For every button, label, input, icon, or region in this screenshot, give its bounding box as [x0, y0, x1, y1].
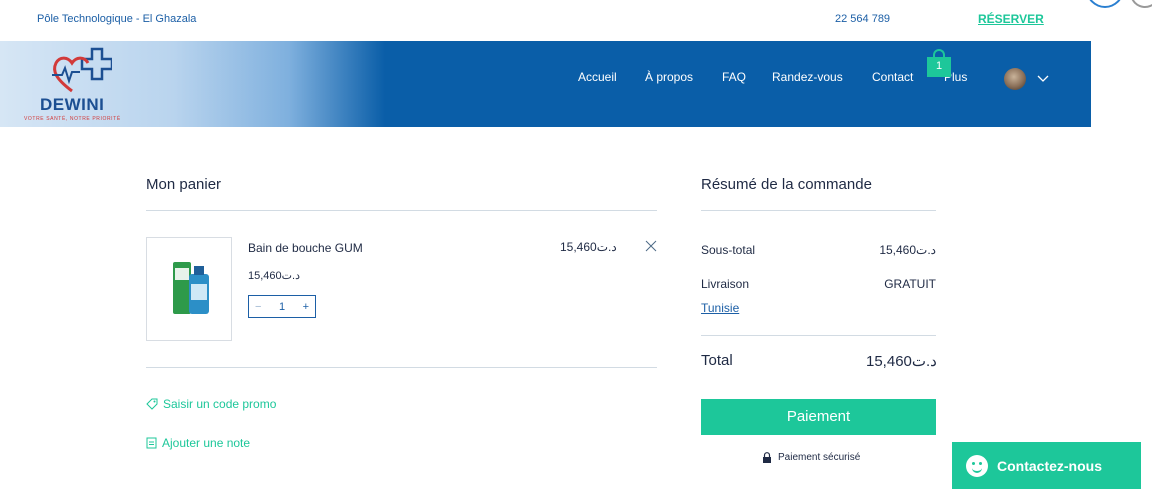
page: Pôle Technologique - El Ghazala 22 564 7… [0, 0, 1152, 497]
checkout-button[interactable]: Paiement [701, 399, 936, 435]
total-label: Total [701, 352, 733, 369]
nav-item-faq[interactable]: FAQ [722, 70, 746, 84]
cart-title: Mon panier [146, 176, 222, 193]
shipping-label: Livraison [701, 277, 750, 291]
divider [701, 210, 936, 211]
shipping-country-link[interactable]: Tunisie [701, 301, 739, 315]
note-icon [146, 437, 157, 449]
total-value: 15,460د.ت [866, 353, 937, 370]
promo-code-link[interactable]: Saisir un code promo [146, 397, 276, 411]
item-line-total: 15,460د.ت [560, 240, 617, 254]
tag-icon [146, 398, 158, 410]
lock-icon [763, 452, 771, 463]
secure-payment-note: Paiement sécurisé [762, 452, 860, 463]
subtotal-value: 15,460د.ت [879, 243, 936, 257]
divider [146, 367, 657, 368]
heart-cross-logo-icon [52, 47, 112, 93]
address-text: Pôle Technologique - El Ghazala [37, 13, 197, 25]
secure-payment-label: Paiement sécurisé [778, 452, 861, 463]
quantity-decrease-button[interactable]: − [255, 301, 261, 313]
add-note-link[interactable]: Ajouter une note [146, 436, 250, 450]
subtotal-label: Sous-total [701, 243, 756, 257]
item-unit-price: 15,460د.ت [248, 270, 300, 282]
mouthwash-bottle-image [173, 262, 209, 314]
top-right-secondary-icon[interactable] [1130, 0, 1152, 8]
quantity-value[interactable]: 1 [279, 301, 285, 313]
brand-tagline: VOTRE SANTÉ, NOTRE PRIORITÉ [24, 116, 121, 122]
product-thumbnail[interactable] [146, 237, 232, 341]
divider [701, 335, 936, 336]
shipping-value: GRATUIT [884, 277, 936, 291]
phone-link[interactable]: 22 564 789 [835, 13, 890, 25]
nav-item-contact[interactable]: Contact [872, 70, 913, 84]
nav-item-a-propos[interactable]: À propos [645, 70, 693, 84]
brand-name: DEWINI [40, 95, 105, 114]
cart-count-badge: 1 [927, 57, 951, 77]
chevron-down-icon[interactable] [1037, 72, 1049, 84]
remove-item-close-icon[interactable] [645, 240, 657, 252]
main-navbar: DEWINI VOTRE SANTÉ, NOTRE PRIORITÉ Accue… [0, 41, 1091, 127]
top-right-circle-icon[interactable] [1086, 0, 1124, 8]
add-note-label: Ajouter une note [162, 436, 251, 450]
contact-chat-button[interactable]: Contactez-nous [952, 442, 1141, 489]
order-summary-title: Résumé de la commande [701, 176, 872, 193]
nav-item-accueil[interactable]: Accueil [578, 70, 617, 84]
promo-code-label: Saisir un code promo [163, 397, 277, 411]
chat-label: Contactez-nous [997, 457, 1102, 474]
top-info-bar: Pôle Technologique - El Ghazala 22 564 7… [0, 0, 1152, 40]
cart-bag-icon[interactable]: 1 [927, 49, 951, 77]
quantity-increase-button[interactable]: + [303, 301, 309, 313]
smiley-icon [966, 454, 988, 477]
quantity-stepper[interactable]: − 1 + [248, 295, 316, 318]
reserve-link[interactable]: RÉSERVER [978, 12, 1044, 26]
logo[interactable]: DEWINI VOTRE SANTÉ, NOTRE PRIORITÉ [0, 41, 385, 127]
nav-item-randez-vous[interactable]: Randez-vous [772, 70, 843, 84]
user-avatar[interactable] [1004, 68, 1026, 90]
item-name[interactable]: Bain de bouche GUM [248, 241, 363, 255]
divider [146, 210, 657, 211]
